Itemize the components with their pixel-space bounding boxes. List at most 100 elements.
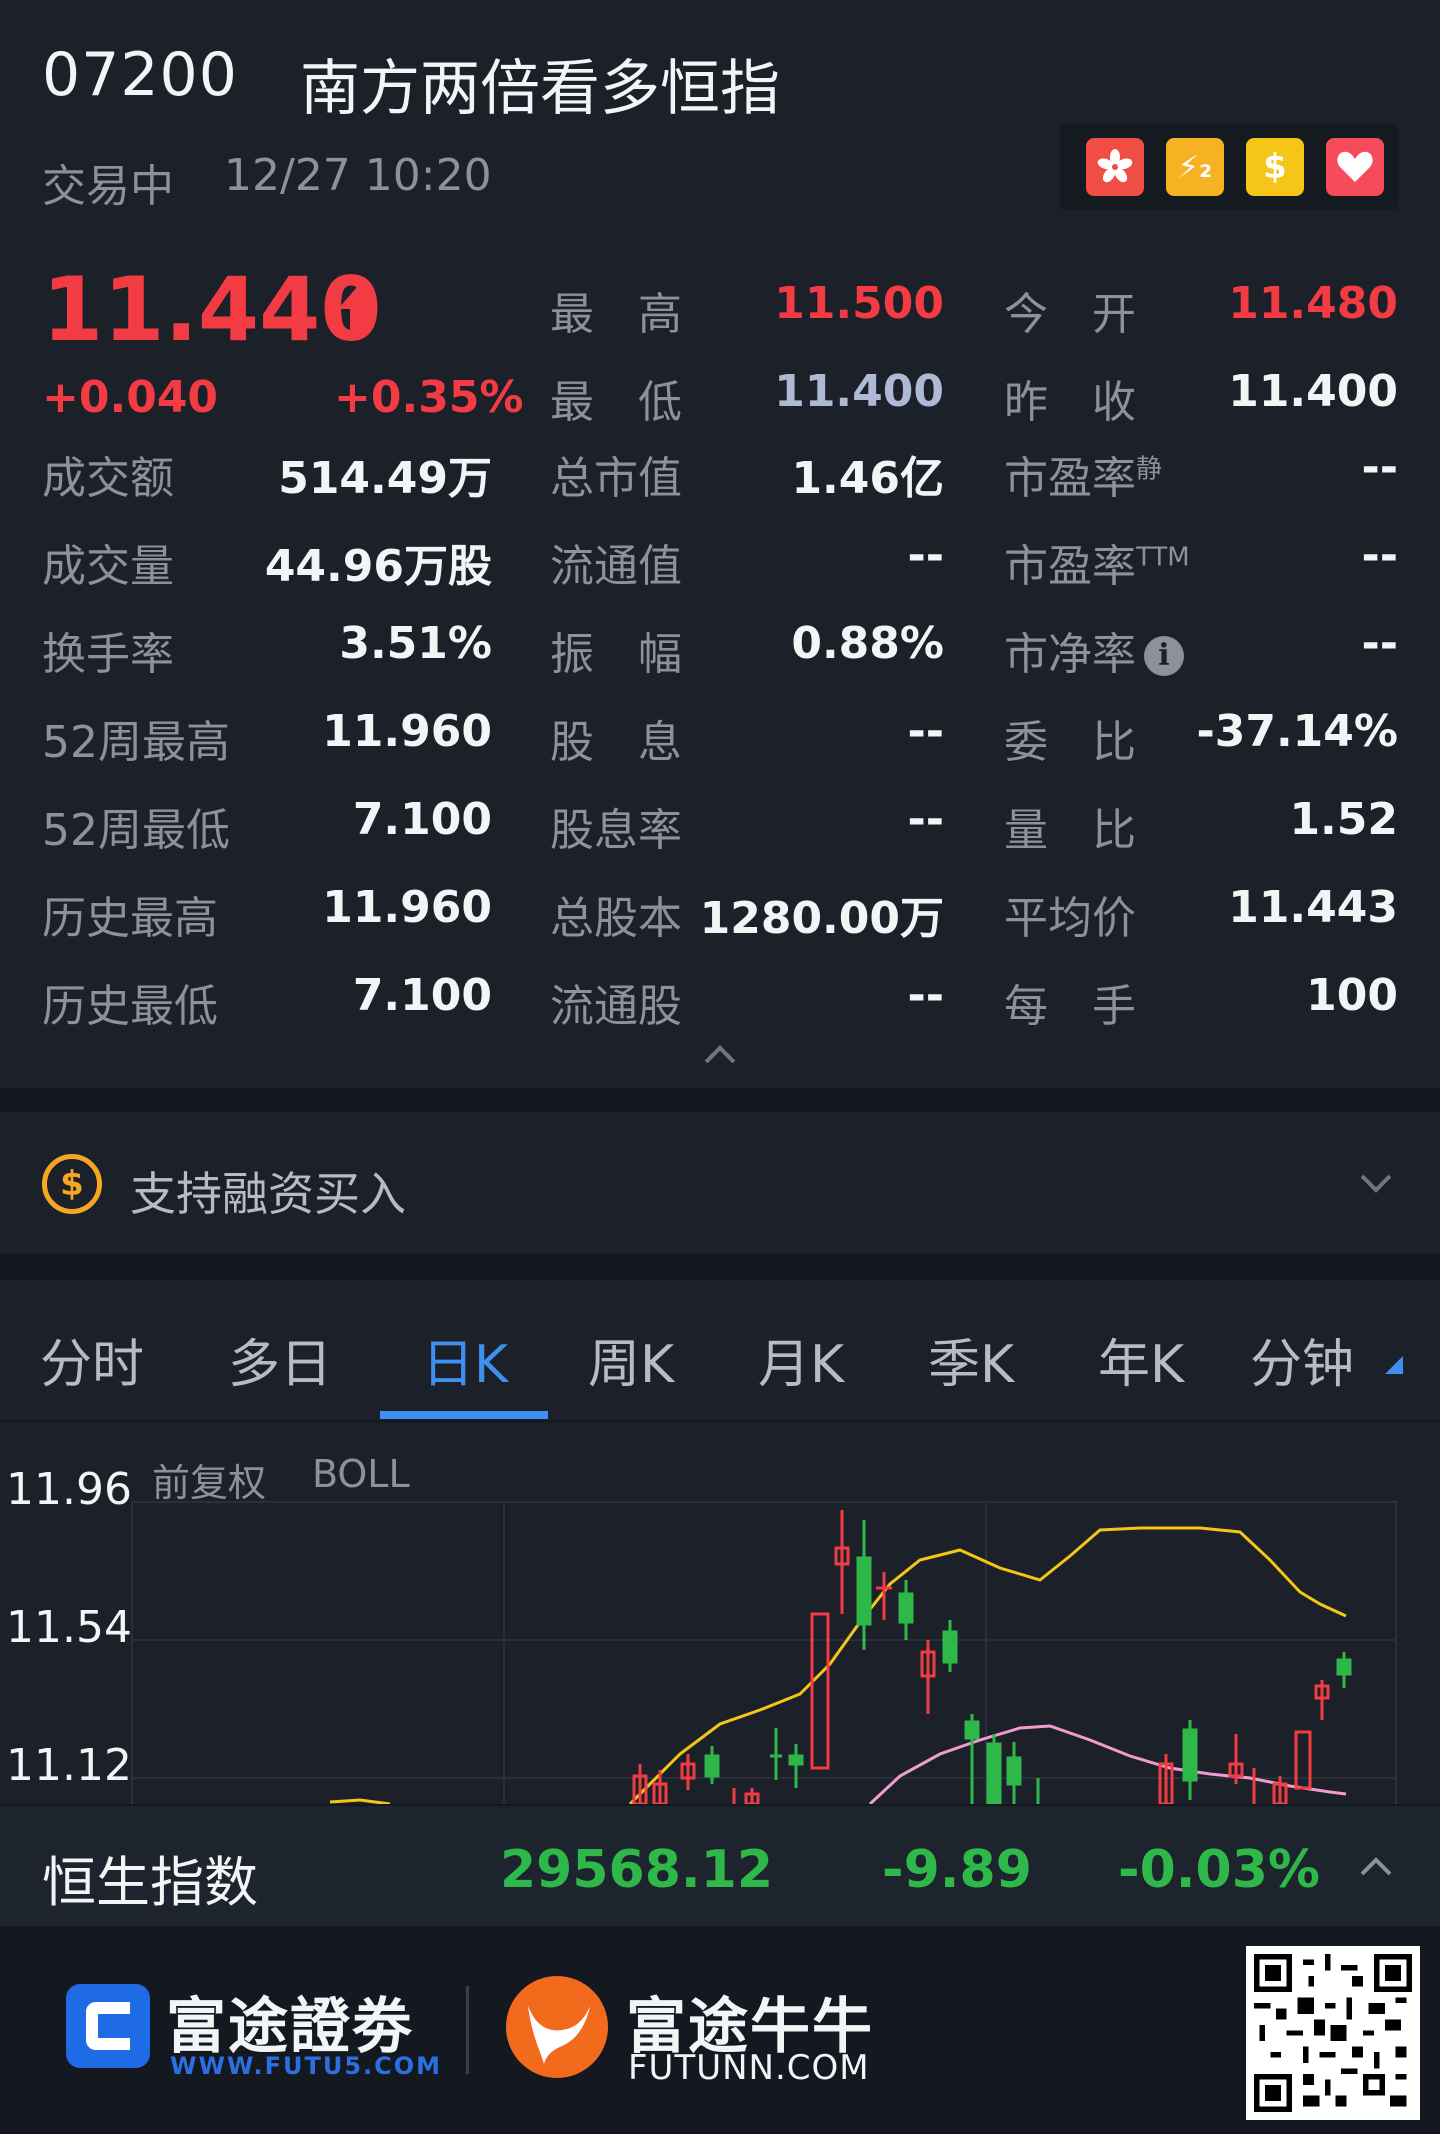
stat-value: 3.51%: [339, 618, 492, 669]
stat-label: 市盈率静: [1004, 453, 1163, 504]
stat-value: 1280.00万: [699, 893, 944, 944]
stat-value: 11.960: [322, 706, 492, 757]
stat-label: 平均价: [1004, 893, 1136, 944]
stat-value: 100: [1306, 970, 1398, 1021]
dropdown-triangle-icon[interactable]: [1383, 1354, 1405, 1376]
stat-label: 成交额: [42, 453, 174, 504]
candle-up: [632, 1510, 1330, 1804]
quote-time: 12/27 10:20: [224, 150, 492, 201]
stat-value: 7.100: [352, 794, 492, 845]
high-label: 最 高: [550, 289, 682, 340]
stat-label: 股 息: [550, 717, 682, 768]
index-ticker-bar[interactable]: 恒生指数 29568.12 -9.89 -0.03%: [0, 1804, 1440, 1926]
stock-name: 南方两倍看多恒指: [300, 54, 780, 124]
tab-minute[interactable]: 分钟: [1250, 1322, 1354, 1397]
stat-value: 7.100: [352, 970, 492, 1021]
stat-label: 总市值: [550, 453, 682, 504]
stat-label: 每 手: [1004, 981, 1136, 1032]
last-price: 11.440: [42, 258, 382, 361]
stat-label: 历史最高: [42, 893, 218, 944]
index-change-pct: -0.03%: [1118, 1840, 1320, 1900]
index-value: 29568.12: [500, 1840, 774, 1900]
up-arrow-icon: [338, 287, 376, 333]
tab-multi-day[interactable]: 多日: [228, 1322, 332, 1397]
tab-yearly-k[interactable]: 年K: [1098, 1322, 1184, 1397]
high-value: 11.500: [774, 278, 944, 329]
qr-code: [1246, 1946, 1420, 2120]
stat-label: 历史最低: [42, 981, 218, 1032]
stat-value: --: [1361, 442, 1398, 493]
chart-period-tabs: 分时 多日 日K 周K 月K 季K 年K 分钟: [0, 1280, 1440, 1422]
stat-label: 流通值: [550, 541, 682, 592]
stat-label: 成交量: [42, 541, 174, 592]
index-change: -9.89: [882, 1840, 1032, 1900]
prev-close-label: 昨 收: [1004, 377, 1136, 428]
stat-value: --: [907, 530, 944, 581]
futu-securities-logo: [66, 1984, 150, 2068]
footer-brand: 富途證劵 WWW.FUTU5.COM 富途牛牛 FUTUNN.COM: [0, 1926, 1440, 2134]
low-value: 11.400: [774, 366, 944, 417]
stat-label: 总股本: [550, 893, 682, 944]
stat-value: 1.46亿: [791, 453, 944, 504]
stat-label: 量 比: [1004, 805, 1136, 856]
y-tick-label: 11.54: [6, 1602, 132, 1653]
index-name: 恒生指数: [42, 1851, 258, 1914]
badge-group: ⚡₂ $: [1060, 124, 1398, 210]
stat-value: 1.52: [1289, 794, 1398, 845]
collapse-chevron-icon[interactable]: [700, 1040, 740, 1070]
brand-url: WWW.FUTU5.COM: [170, 2052, 443, 2080]
stock-code: 07200: [42, 40, 238, 110]
divider: [466, 1986, 469, 2074]
dollar-icon[interactable]: $: [1246, 138, 1304, 196]
tab-timeshare[interactable]: 分时: [40, 1322, 144, 1397]
y-tick-label: 11.96: [6, 1464, 132, 1515]
margin-financing-row[interactable]: $ 支持融资买入: [0, 1112, 1440, 1254]
tab-daily-k[interactable]: 日K: [422, 1322, 508, 1397]
prev-close-value: 11.400: [1228, 366, 1398, 417]
kline-chart[interactable]: 11.96 11.54 11.12 前复权 BOLL: [0, 1424, 1440, 1804]
stat-value: -37.14%: [1196, 706, 1398, 757]
stat-label: 委 比: [1004, 717, 1136, 768]
stat-value: --: [907, 706, 944, 757]
coin-icon: $: [42, 1154, 102, 1214]
level2-icon[interactable]: ⚡₂: [1166, 138, 1224, 196]
tab-monthly-k[interactable]: 月K: [758, 1322, 844, 1397]
stat-value: 11.443: [1228, 882, 1398, 933]
stat-value: --: [907, 794, 944, 845]
trading-status: 交易中: [42, 161, 174, 212]
tab-quarterly-k[interactable]: 季K: [928, 1322, 1014, 1397]
brand-url: FUTUNN.COM: [628, 2048, 870, 2088]
stat-label: 52周最低: [42, 805, 230, 856]
info-icon[interactable]: i: [1144, 636, 1184, 676]
stock-header: 07200 南方两倍看多恒指 交易中 12/27 10:20 ⚡₂ $: [0, 0, 1440, 240]
stat-label: 振 幅: [550, 629, 682, 680]
low-label: 最 低: [550, 377, 682, 428]
stat-label: 市盈率TTM: [1004, 541, 1190, 592]
indicator-label[interactable]: BOLL: [312, 1452, 410, 1496]
heart-icon[interactable]: [1326, 138, 1384, 196]
stat-label: 股息率: [550, 805, 682, 856]
stat-value: 514.49万: [278, 453, 492, 504]
stat-label: 市净率 i: [1004, 618, 1184, 682]
hk-flag-icon[interactable]: [1086, 138, 1144, 196]
price-change-pct: +0.35%: [334, 372, 524, 423]
section-divider: [0, 1254, 1440, 1280]
candle-down: [704, 1520, 1352, 1804]
stat-value: 11.960: [322, 882, 492, 933]
adjustment-label[interactable]: 前复权: [152, 1452, 266, 1507]
margin-label: 支持融资买入: [130, 1167, 406, 1221]
chevron-down-icon[interactable]: [1356, 1170, 1396, 1198]
y-tick-label: 11.12: [6, 1740, 132, 1791]
stat-value: --: [1361, 618, 1398, 669]
open-label: 今 开: [1004, 289, 1136, 340]
stat-value: --: [1361, 530, 1398, 581]
stat-label: 流通股: [550, 981, 682, 1032]
price-change: +0.040: [42, 372, 219, 423]
stat-value: --: [907, 970, 944, 1021]
tab-weekly-k[interactable]: 周K: [588, 1322, 674, 1397]
stat-value: 44.96万股: [264, 541, 492, 592]
section-divider: [0, 1088, 1440, 1112]
chevron-up-icon[interactable]: [1358, 1854, 1394, 1880]
open-value: 11.480: [1228, 278, 1398, 329]
candles: [632, 1510, 1352, 1804]
